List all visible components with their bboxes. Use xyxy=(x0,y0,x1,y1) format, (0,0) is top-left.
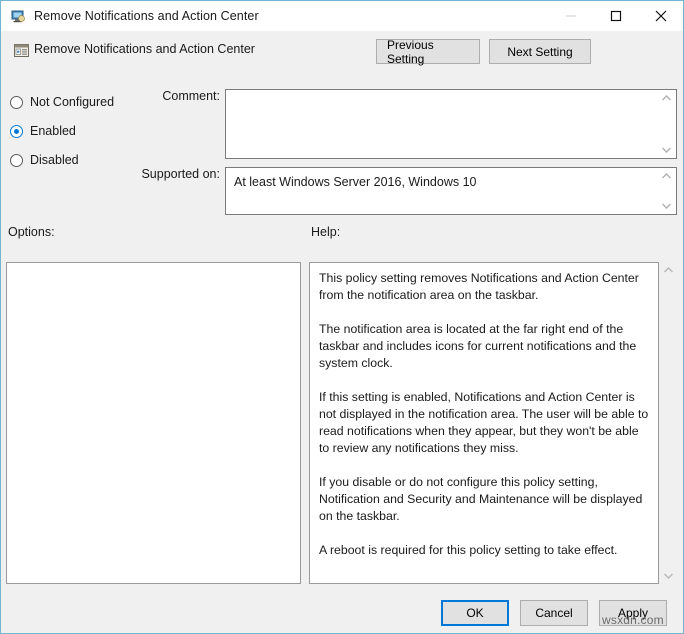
help-paragraph: This policy setting removes Notification… xyxy=(319,270,649,304)
comment-label: Comment: xyxy=(31,89,220,103)
options-label: Options: xyxy=(8,225,55,239)
radio-disabled-mark xyxy=(10,154,23,167)
policy-setting-icon xyxy=(13,42,30,59)
supported-on-label: Supported on: xyxy=(31,167,220,181)
options-panel[interactable] xyxy=(6,262,301,584)
help-paragraph: If this setting is enabled, Notification… xyxy=(319,389,649,457)
radio-enabled[interactable]: Enabled xyxy=(10,122,76,140)
supported-on-value: At least Windows Server 2016, Windows 10 xyxy=(226,168,676,196)
supported-on-scrollbar[interactable] xyxy=(658,169,675,213)
policy-header: Remove Notifications and Action Center P… xyxy=(1,31,683,77)
minimize-icon[interactable] xyxy=(548,1,593,31)
scroll-up-icon xyxy=(661,172,672,180)
help-scrollbar[interactable] xyxy=(660,262,677,584)
supported-on-input[interactable]: At least Windows Server 2016, Windows 10 xyxy=(225,167,677,215)
close-icon[interactable] xyxy=(638,1,683,31)
maximize-icon[interactable] xyxy=(593,1,638,31)
options-content xyxy=(7,263,300,275)
window-controls xyxy=(548,1,683,31)
help-panel[interactable]: This policy setting removes Notification… xyxy=(309,262,659,584)
cancel-button[interactable]: Cancel xyxy=(520,600,588,626)
help-paragraph: A reboot is required for this policy set… xyxy=(319,542,649,559)
radio-not-configured-mark xyxy=(10,96,23,109)
policy-computer-icon xyxy=(10,8,26,24)
title-bar: Remove Notifications and Action Center xyxy=(1,1,683,31)
scroll-down-icon xyxy=(663,572,674,580)
scroll-up-icon xyxy=(663,266,674,274)
help-paragraph: The notification area is located at the … xyxy=(319,321,649,372)
previous-setting-button[interactable]: Previous Setting xyxy=(376,39,480,64)
policy-setting-dialog: Remove Notifications and Action Center xyxy=(0,0,684,634)
help-label: Help: xyxy=(311,225,340,239)
policy-name-label: Remove Notifications and Action Center xyxy=(34,42,255,56)
help-paragraph: If you disable or do not configure this … xyxy=(319,474,649,525)
radio-disabled-label: Disabled xyxy=(30,153,79,167)
ok-button[interactable]: OK xyxy=(441,600,509,626)
watermark: wsxdn.com xyxy=(602,613,664,627)
scroll-down-icon xyxy=(661,146,672,154)
window-title: Remove Notifications and Action Center xyxy=(34,9,259,23)
next-setting-button[interactable]: Next Setting xyxy=(489,39,591,64)
scroll-down-icon xyxy=(661,202,672,210)
comment-value xyxy=(226,90,676,102)
radio-enabled-mark xyxy=(10,125,23,138)
help-text: This policy setting removes Notification… xyxy=(310,263,658,559)
radio-enabled-label: Enabled xyxy=(30,124,76,138)
comment-scrollbar[interactable] xyxy=(658,91,675,157)
comment-input[interactable] xyxy=(225,89,677,159)
scroll-up-icon xyxy=(661,94,672,102)
